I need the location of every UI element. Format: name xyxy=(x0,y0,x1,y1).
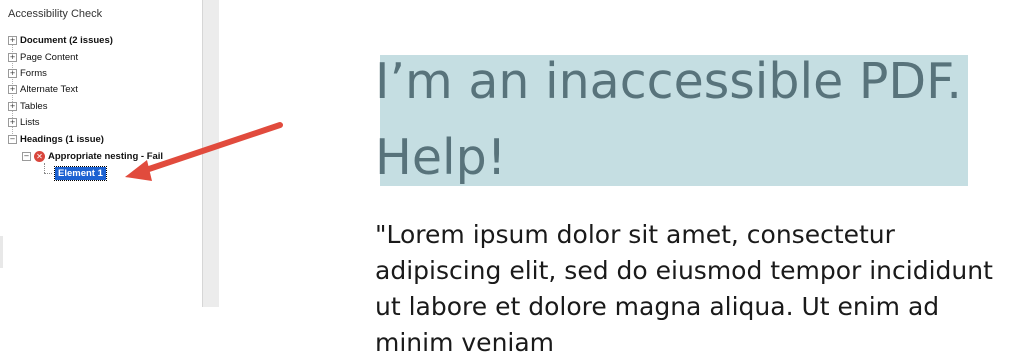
annotation-arrow xyxy=(125,122,283,181)
arrow-shaft xyxy=(137,122,283,175)
arrow-head xyxy=(125,160,152,181)
